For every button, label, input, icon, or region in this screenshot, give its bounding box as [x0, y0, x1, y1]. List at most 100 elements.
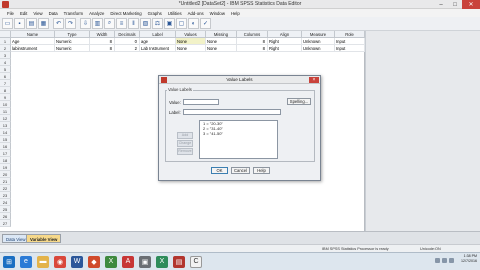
row-header[interactable]: 8: [0, 87, 11, 94]
split-file-icon[interactable]: ▧: [140, 18, 151, 29]
cancel-button[interactable]: Cancel: [231, 167, 250, 174]
sheet-icon[interactable]: X: [156, 255, 168, 268]
row-header[interactable]: 17: [0, 150, 11, 157]
menu-edit[interactable]: Edit: [17, 11, 30, 16]
use-sets-icon[interactable]: ◐: [188, 18, 199, 29]
insert-variable-icon[interactable]: ‖: [128, 18, 139, 29]
row-header[interactable]: 10: [0, 101, 11, 108]
row-header[interactable]: 6: [0, 73, 11, 80]
menu-graphs[interactable]: Graphs: [145, 11, 165, 16]
app-icon[interactable]: ◆: [88, 255, 100, 268]
row-header[interactable]: 4: [0, 59, 11, 66]
weight-cases-icon[interactable]: ⚖: [152, 18, 163, 29]
col-header-missing[interactable]: Missing: [206, 31, 237, 38]
minimize-button[interactable]: –: [434, 0, 448, 9]
row-header[interactable]: 2: [0, 45, 11, 52]
row-header[interactable]: 12: [0, 115, 11, 122]
cell-missing[interactable]: None: [206, 38, 237, 45]
open-icon[interactable]: ▭: [2, 18, 13, 29]
row-header[interactable]: 24: [0, 199, 11, 206]
value-labels-list[interactable]: 1 = "20-30" 2 = "31-40" 3 = "41-50": [199, 120, 278, 159]
menu-analyze[interactable]: Analyze: [86, 11, 107, 16]
remove-button[interactable]: Remove: [177, 148, 193, 155]
add-button[interactable]: Add: [177, 132, 193, 139]
find-icon[interactable]: ⌕: [104, 18, 115, 29]
tab-variable-view[interactable]: Variable View: [26, 234, 62, 243]
row-header[interactable]: 26: [0, 213, 11, 220]
menu-view[interactable]: View: [30, 11, 45, 16]
col-header-label[interactable]: Label: [140, 31, 176, 38]
help-button[interactable]: Help: [253, 167, 270, 174]
row-header[interactable]: 22: [0, 185, 11, 192]
value-labels-icon[interactable]: ▢: [176, 18, 187, 29]
menu-transform[interactable]: Transform: [61, 11, 86, 16]
cell-align[interactable]: Right: [268, 38, 302, 45]
variables-icon[interactable]: ▥: [92, 18, 103, 29]
menu-addons[interactable]: Add-ons: [185, 11, 207, 16]
row-header[interactable]: 3: [0, 52, 11, 59]
col-header-columns[interactable]: Columns: [237, 31, 268, 38]
row-header[interactable]: 9: [0, 94, 11, 101]
cell-missing[interactable]: None: [206, 45, 237, 52]
col-header-align[interactable]: Align: [268, 31, 302, 38]
cell-label[interactable]: Lab Instrument: [140, 45, 176, 52]
menu-window[interactable]: Window: [207, 11, 228, 16]
cell-values[interactable]: None: [176, 45, 206, 52]
cell-label[interactable]: age: [140, 38, 176, 45]
col-header-measure[interactable]: Measure: [302, 31, 335, 38]
row-header[interactable]: 19: [0, 164, 11, 171]
cell-decimals[interactable]: 2: [115, 45, 140, 52]
cell-measure[interactable]: Unknown: [302, 45, 335, 52]
dialog-recall-icon[interactable]: ▦: [38, 18, 49, 29]
row-header[interactable]: 11: [0, 108, 11, 115]
spelling-button[interactable]: Spelling...: [287, 98, 311, 105]
row-header[interactable]: 25: [0, 206, 11, 213]
cell-measure[interactable]: Unknown: [302, 38, 335, 45]
change-button[interactable]: Change: [177, 140, 193, 147]
cell-name[interactable]: Age: [11, 38, 55, 45]
cell-decimals[interactable]: 0: [115, 38, 140, 45]
col-header-width[interactable]: Width: [90, 31, 115, 38]
cell-values[interactable]: None: [176, 38, 206, 45]
cell-role[interactable]: Input: [335, 45, 365, 52]
row-header[interactable]: 16: [0, 143, 11, 150]
select-cases-icon[interactable]: ▣: [164, 18, 175, 29]
insert-cases-icon[interactable]: ≡: [116, 18, 127, 29]
dialog-close-button[interactable]: ×: [309, 77, 319, 83]
row-header[interactable]: 7: [0, 80, 11, 87]
cell-align[interactable]: Right: [268, 45, 302, 52]
cell-type[interactable]: Numeric: [55, 38, 90, 45]
row-header[interactable]: 23: [0, 192, 11, 199]
ok-button[interactable]: OK: [211, 167, 228, 174]
menu-utilities[interactable]: Utilities: [165, 11, 185, 16]
col-header-values[interactable]: Values: [176, 31, 206, 38]
row-header[interactable]: 27: [0, 220, 11, 227]
maximize-button[interactable]: □: [448, 0, 462, 9]
row-header[interactable]: 14: [0, 129, 11, 136]
chrome-icon[interactable]: ◉: [54, 255, 66, 268]
spss-taskbar-icon[interactable]: ▤: [173, 255, 185, 268]
col-header-type[interactable]: Type: [55, 31, 90, 38]
col-header-decimals[interactable]: Decimals: [115, 31, 140, 38]
cell-name[interactable]: labinstrument: [11, 45, 55, 52]
close-button[interactable]: ✕: [462, 0, 480, 9]
goto-case-icon[interactable]: ⇩: [80, 18, 91, 29]
folder-icon[interactable]: ▬: [37, 255, 49, 268]
col-header-name[interactable]: Name: [11, 31, 55, 38]
row-header[interactable]: 20: [0, 171, 11, 178]
cell-columns[interactable]: 8: [237, 45, 268, 52]
row-header[interactable]: 5: [0, 66, 11, 73]
list-item[interactable]: 3 = "41-50": [200, 131, 277, 136]
cell-columns[interactable]: 8: [237, 38, 268, 45]
row-header[interactable]: 15: [0, 136, 11, 143]
label-input[interactable]: [183, 109, 281, 115]
row-header[interactable]: 13: [0, 122, 11, 129]
cell-width[interactable]: 8: [90, 45, 115, 52]
excel-icon[interactable]: X: [105, 255, 117, 268]
menu-data[interactable]: Data: [46, 11, 61, 16]
cell-width[interactable]: 8: [90, 38, 115, 45]
clock[interactable]: 1:38 PM 12/7/2016: [461, 254, 477, 264]
row-header[interactable]: 21: [0, 178, 11, 185]
menu-direct-marketing[interactable]: Direct Marketing: [107, 11, 144, 16]
col-header-role[interactable]: Role: [335, 31, 365, 38]
